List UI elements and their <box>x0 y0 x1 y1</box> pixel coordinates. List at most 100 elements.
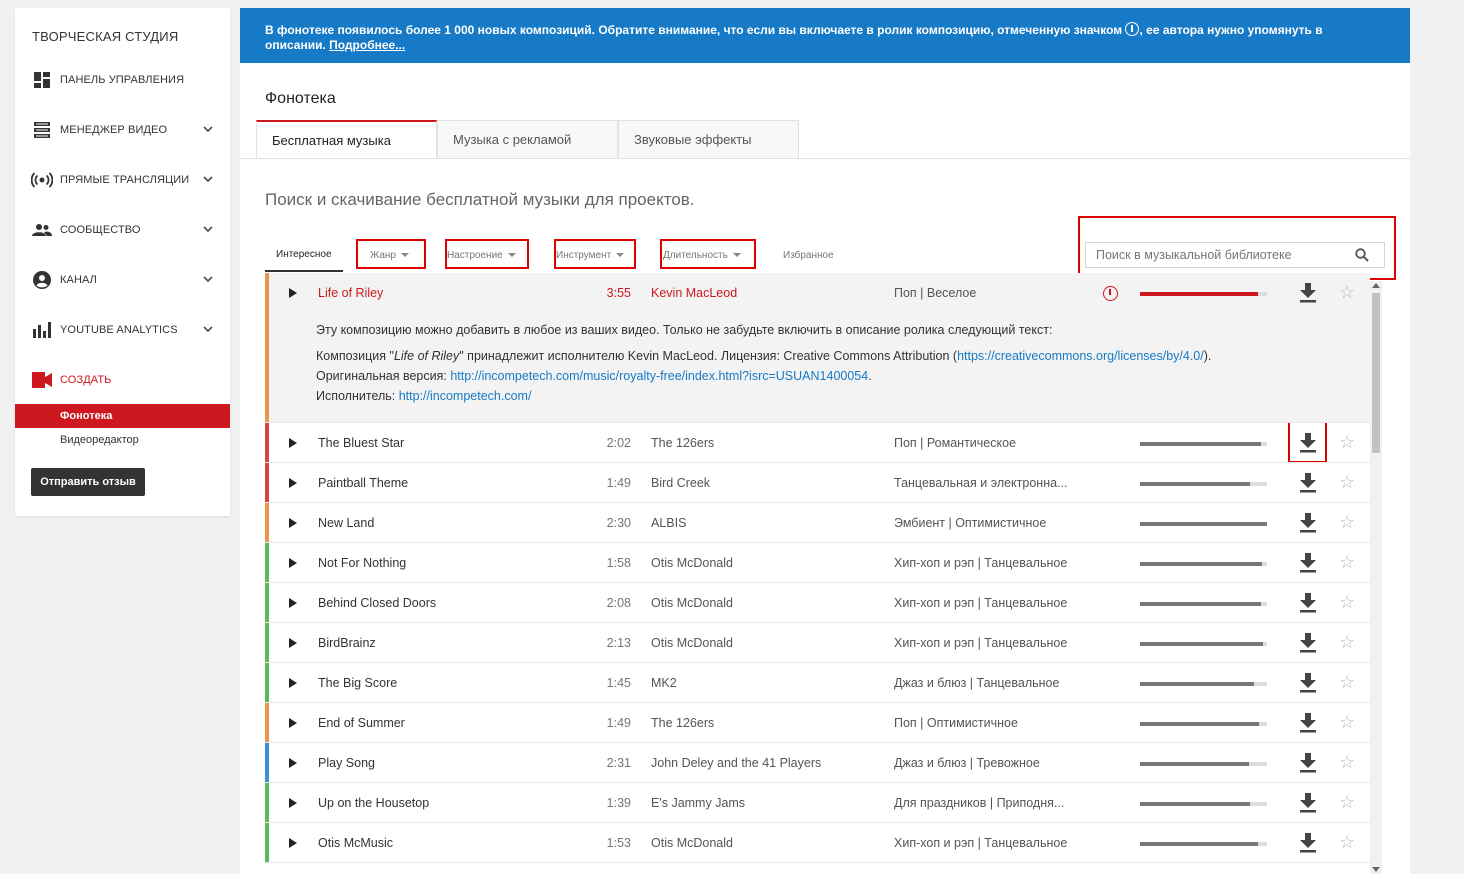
track-row[interactable]: BirdBrainz 2:13 Otis McDonald Хип-хоп и рэп… <box>265 623 1370 663</box>
sidebar-subitem-audio-library[interactable]: Фонотека <box>15 404 230 428</box>
dashboard-icon <box>31 69 53 91</box>
track-title: Paintball Theme <box>318 476 409 490</box>
star-icon[interactable]: ☆ <box>1339 712 1355 732</box>
filter-featured[interactable]: Интересное <box>265 238 343 272</box>
track-row[interactable]: Play Song 2:31 John Deley and the 41 Playe… <box>265 743 1370 783</box>
sidebar-item-label: СООБЩЕСТВО <box>60 224 141 236</box>
send-feedback-button[interactable]: Отправить отзыв <box>31 468 145 496</box>
track-row[interactable]: The Bluest Star 2:02 The 126ers Поп | Роман… <box>265 423 1370 463</box>
banner-more-link[interactable]: Подробнее... <box>329 38 405 52</box>
star-icon[interactable]: ☆ <box>1339 792 1355 812</box>
track-artist: John Deley and the 41 Players <box>651 756 822 770</box>
play-icon[interactable] <box>289 838 297 848</box>
scroll-up-icon[interactable] <box>1372 283 1380 288</box>
artist-link[interactable]: http://incompetech.com/ <box>399 389 532 403</box>
download-icon[interactable] <box>1299 283 1317 303</box>
play-icon[interactable] <box>289 758 297 768</box>
chevron-down-icon <box>203 326 213 333</box>
sidebar-item-label: МЕНЕДЖЕР ВИДЕО <box>60 124 168 136</box>
star-icon[interactable]: ☆ <box>1339 592 1355 612</box>
track-row[interactable]: Paintball Theme 1:49 Bird Creek Танцевальна… <box>265 463 1370 503</box>
play-icon[interactable] <box>289 718 297 728</box>
chevron-down-icon <box>203 176 213 183</box>
scrollbar-thumb[interactable] <box>1372 293 1380 453</box>
sidebar-item-dashboard[interactable]: ПАНЕЛЬ УПРАВЛЕНИЯ <box>15 65 230 95</box>
download-icon[interactable] <box>1299 553 1317 573</box>
studio-title: ТВОРЧЕСКАЯ СТУДИЯ <box>32 29 179 44</box>
track-title: Otis McMusic <box>318 836 393 850</box>
play-icon[interactable] <box>289 798 297 808</box>
track-duration: 2:31 <box>606 756 631 770</box>
sidebar-item-community[interactable]: СООБЩЕСТВО <box>15 215 230 245</box>
download-icon[interactable] <box>1299 513 1317 533</box>
star-icon[interactable]: ☆ <box>1339 512 1355 532</box>
download-icon[interactable] <box>1299 433 1317 453</box>
play-icon[interactable] <box>289 478 297 488</box>
text: Композиция " <box>316 349 394 363</box>
track-row[interactable]: Behind Closed Doors 2:08 Otis McDonald Хип-… <box>265 583 1370 623</box>
sidebar-item-label: YOUTUBE ANALYTICS <box>60 324 178 336</box>
star-icon[interactable]: ☆ <box>1339 832 1355 852</box>
text: Оригинальная версия: <box>316 369 451 383</box>
track-duration: 2:08 <box>606 596 631 610</box>
original-link[interactable]: http://incompetech.com/music/royalty-fre… <box>450 369 868 383</box>
popularity-bar <box>1140 722 1267 726</box>
sidebar-subitem-video-editor[interactable]: Видеоредактор <box>15 428 230 452</box>
sidebar-item-create[interactable]: СОЗДАТЬ <box>15 365 230 395</box>
play-icon[interactable] <box>289 638 297 648</box>
download-icon[interactable] <box>1299 793 1317 813</box>
track-row-expanded[interactable]: Life of Riley 3:55 Kevin MacLeod Поп | В… <box>265 273 1370 423</box>
track-genre: Хип-хоп и рэп | Танцевальное <box>894 556 1068 570</box>
search-input[interactable] <box>1085 242 1385 268</box>
download-icon[interactable] <box>1299 833 1317 853</box>
star-icon[interactable]: ☆ <box>1339 282 1355 302</box>
play-icon[interactable] <box>289 288 297 298</box>
download-icon[interactable] <box>1299 753 1317 773</box>
star-icon[interactable]: ☆ <box>1339 472 1355 492</box>
highlight-duration <box>660 239 756 269</box>
star-icon[interactable]: ☆ <box>1339 432 1355 452</box>
star-icon[interactable]: ☆ <box>1339 672 1355 692</box>
track-color-stripe <box>265 623 269 662</box>
track-row[interactable]: End of Summer 1:49 The 126ers Поп | Оптимис… <box>265 703 1370 743</box>
license-link[interactable]: https://creativecommons.org/licenses/by/… <box>957 349 1204 363</box>
tab-sound-effects[interactable]: Звуковые эффекты <box>618 120 799 158</box>
track-title: Life of Riley <box>318 286 384 300</box>
sidebar-item-analytics[interactable]: YOUTUBE ANALYTICS <box>15 315 230 345</box>
star-icon[interactable]: ☆ <box>1339 632 1355 652</box>
sidebar-item-live[interactable]: ПРЯМЫЕ ТРАНСЛЯЦИИ <box>15 165 230 195</box>
star-icon[interactable]: ☆ <box>1339 752 1355 772</box>
download-icon[interactable] <box>1299 473 1317 493</box>
page-title: Фонотека <box>265 90 336 107</box>
track-genre: Джаз и блюз | Танцевальное <box>894 676 1060 690</box>
download-icon[interactable] <box>1299 633 1317 653</box>
track-row[interactable]: New Land 2:30 ALBIS Эмбиент | Оптимистичное… <box>265 503 1370 543</box>
tab-music-with-ads[interactable]: Музыка с рекламой <box>437 120 618 158</box>
search-icon[interactable] <box>1355 248 1369 262</box>
sidebar-item-channel[interactable]: КАНАЛ <box>15 265 230 295</box>
play-icon[interactable] <box>289 678 297 688</box>
track-title: The Big Score <box>318 676 398 690</box>
play-icon[interactable] <box>289 518 297 528</box>
play-icon[interactable] <box>289 598 297 608</box>
track-artist: MK2 <box>651 676 677 690</box>
track-duration: 2:13 <box>606 636 631 650</box>
track-title: Behind Closed Doors <box>318 596 437 610</box>
track-row[interactable]: The Big Score 1:45 MK2 Джаз и блюз | Танцев… <box>265 663 1370 703</box>
scroll-down-icon[interactable] <box>1372 867 1380 872</box>
track-row[interactable]: Otis McMusic 1:53 Otis McDonald Хип-хоп и р… <box>265 823 1370 863</box>
play-icon[interactable] <box>289 558 297 568</box>
download-icon[interactable] <box>1299 593 1317 613</box>
sidebar-item-label: ПРЯМЫЕ ТРАНСЛЯЦИИ <box>60 174 190 186</box>
scrollbar[interactable] <box>1370 281 1382 874</box>
tab-free-music[interactable]: Бесплатная музыка <box>256 120 437 158</box>
sidebar-item-video-manager[interactable]: МЕНЕДЖЕР ВИДЕО <box>15 115 230 145</box>
track-row[interactable]: Up on the Housetop 1:39 E's Jammy Jams Для … <box>265 783 1370 823</box>
download-icon[interactable] <box>1299 713 1317 733</box>
track-color-stripe <box>265 463 269 502</box>
play-icon[interactable] <box>289 438 297 448</box>
download-icon[interactable] <box>1299 673 1317 693</box>
filter-favorites[interactable]: Избранное <box>783 238 834 272</box>
track-row[interactable]: Not For Nothing 1:58 Otis McDonald Хип-хоп … <box>265 543 1370 583</box>
star-icon[interactable]: ☆ <box>1339 552 1355 572</box>
